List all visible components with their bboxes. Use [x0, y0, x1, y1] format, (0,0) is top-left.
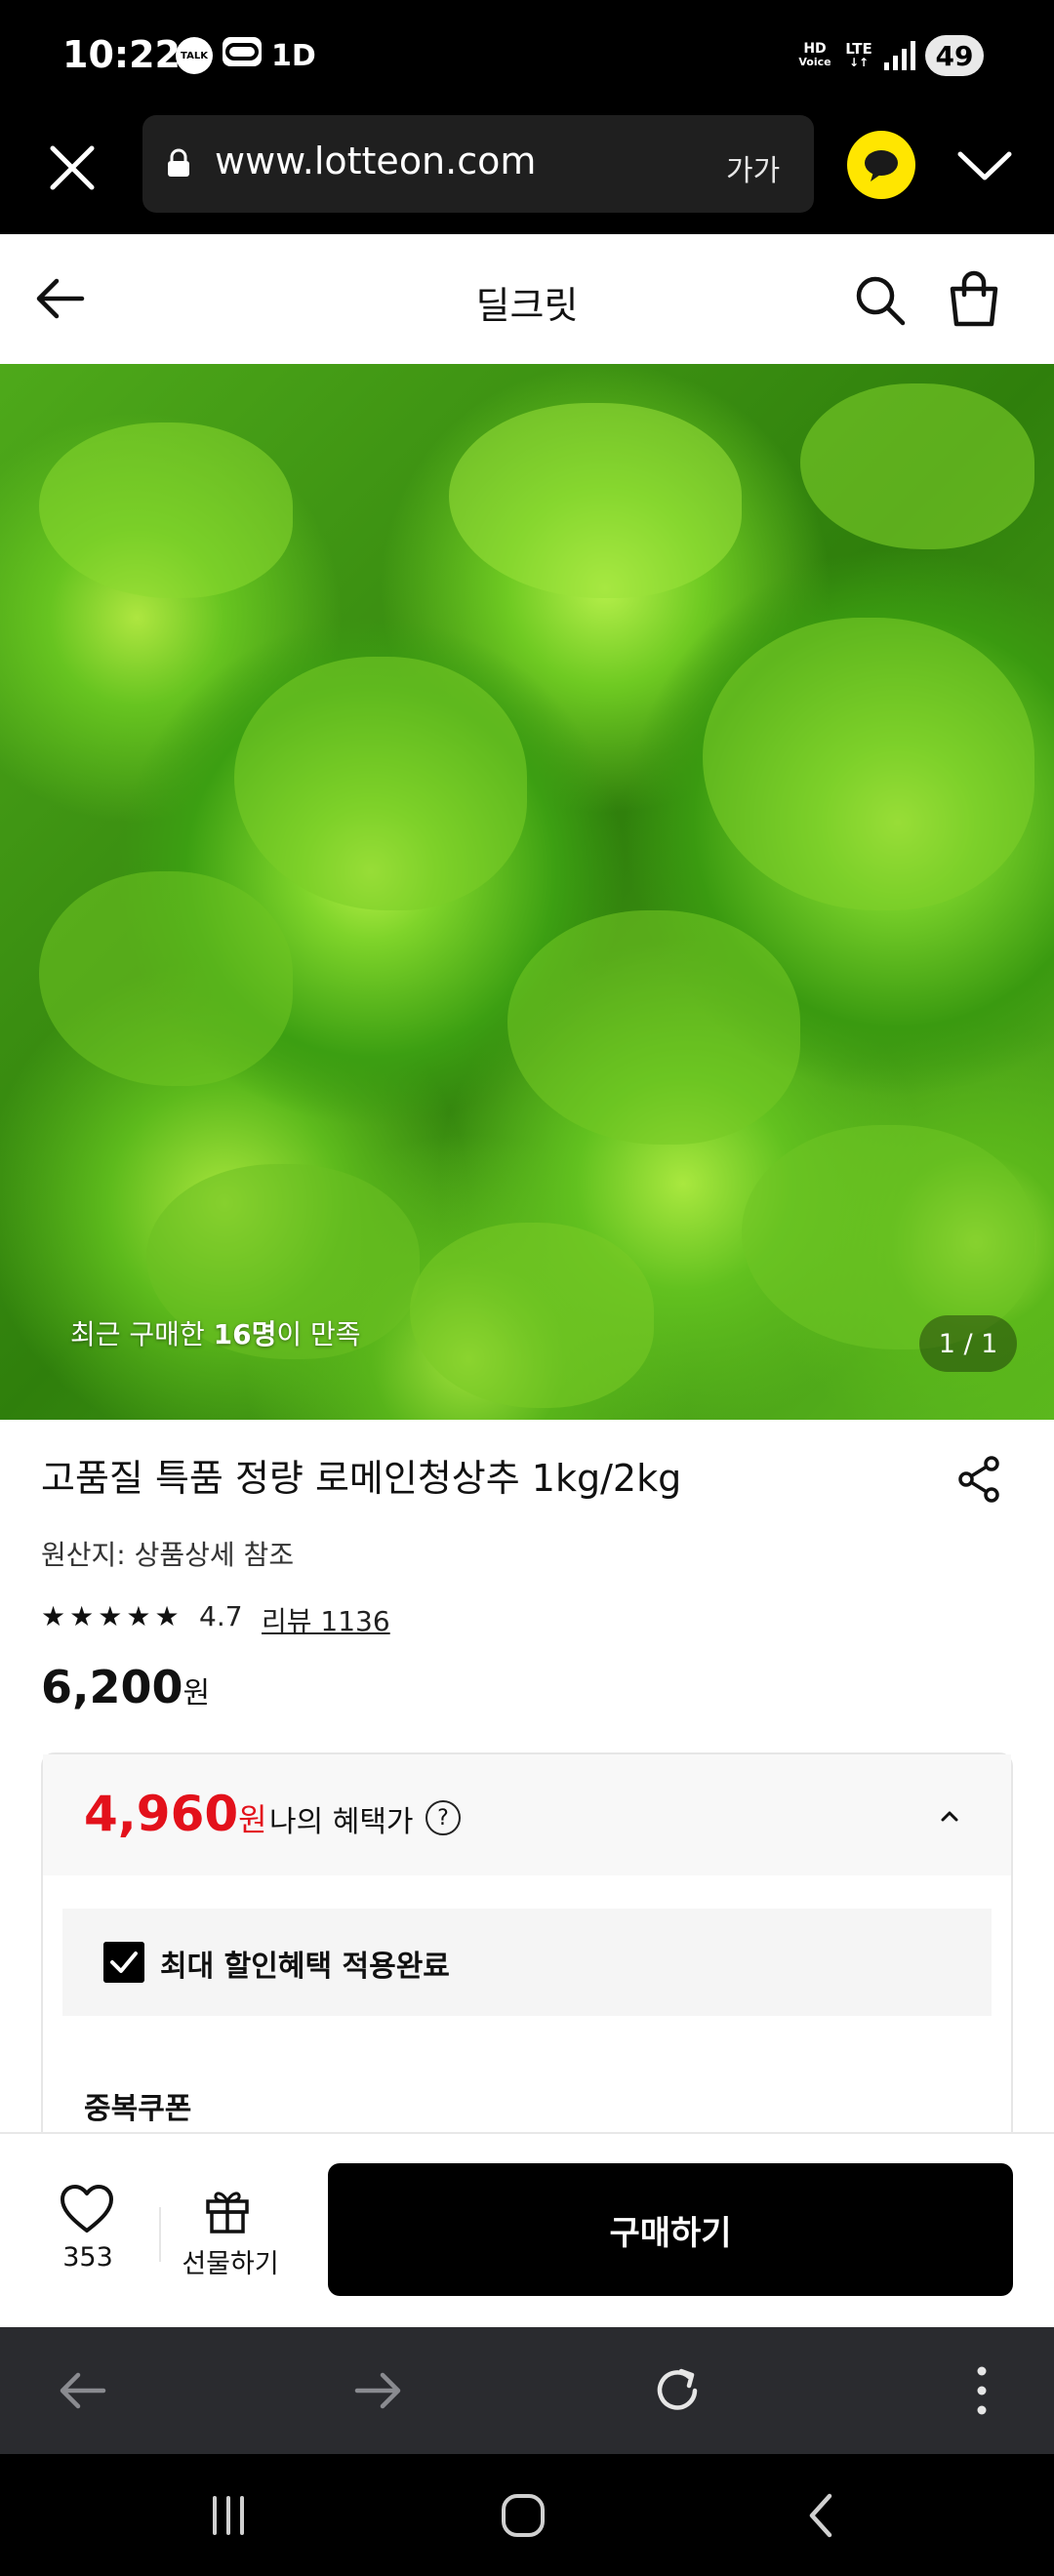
- benefit-label: 나의 혜택가: [269, 1805, 414, 1839]
- app-notification-icon: 1D: [271, 38, 316, 73]
- recent-apps-icon[interactable]: [199, 2486, 258, 2545]
- home-icon[interactable]: [494, 2486, 552, 2545]
- benefit-price: 4,960원: [84, 1786, 267, 1842]
- search-icon[interactable]: [851, 271, 910, 330]
- price-value: 6,200: [41, 1661, 183, 1713]
- buyer-text-prefix: 최근 구매한: [70, 1318, 214, 1350]
- browser-navigation-bar: [0, 2327, 1054, 2454]
- star-icon: ★: [154, 1600, 180, 1632]
- product-image[interactable]: [0, 364, 1054, 1420]
- browser-back-icon[interactable]: [51, 2359, 113, 2422]
- star-icon: ★: [41, 1600, 66, 1632]
- text-size-button[interactable]: 가가: [726, 146, 780, 189]
- url-text[interactable]: www.lotteon.com: [215, 140, 536, 182]
- lte-icon: LTE ↓↑: [841, 37, 876, 74]
- buyer-text-suffix: 이 만족: [276, 1318, 361, 1350]
- star-icon: ★: [126, 1600, 151, 1632]
- lock-icon: [168, 148, 189, 177]
- kakaotalk-notification-icon: TALK: [176, 37, 213, 74]
- heart-icon[interactable]: [59, 2184, 115, 2234]
- rating-value: 4.7: [199, 1600, 243, 1632]
- voicemail-icon: [223, 37, 262, 66]
- chevron-up-icon[interactable]: [935, 1801, 964, 1831]
- star-icon: ★: [98, 1600, 123, 1632]
- battery-indicator: 49: [925, 35, 984, 76]
- benefit-price-value: 4,960: [84, 1786, 239, 1842]
- kakao-chat-button[interactable]: [847, 131, 915, 199]
- benefit-currency: 원: [238, 1801, 267, 1838]
- image-pager: 1 / 1: [919, 1315, 1017, 1372]
- share-icon[interactable]: [954, 1454, 1003, 1505]
- browser-forward-icon[interactable]: [347, 2359, 410, 2422]
- shopping-bag-icon[interactable]: [943, 267, 1005, 330]
- star-icon: ★: [69, 1600, 95, 1632]
- like-count: 353: [62, 2242, 113, 2273]
- hd-label: HD: [803, 41, 827, 57]
- signal-icon: [884, 39, 917, 70]
- close-tab-icon[interactable]: [43, 139, 101, 197]
- hd-voice-icon: HD Voice: [795, 37, 834, 74]
- chat-bubble-icon: [865, 150, 898, 181]
- data-arrows-icon: ↓↑: [848, 56, 870, 69]
- divider: [159, 2207, 161, 2262]
- applied-discount-text: 최대 할인혜택 적용완료: [160, 1950, 450, 1984]
- more-options-icon[interactable]: [951, 2359, 1013, 2422]
- help-icon[interactable]: ?: [426, 1800, 461, 1835]
- gift-label[interactable]: 선물하기: [172, 2242, 289, 2280]
- lte-label: LTE: [845, 40, 872, 58]
- chevron-down-icon[interactable]: [953, 141, 1017, 189]
- product-price: 6,200원: [41, 1661, 210, 1713]
- system-back-icon[interactable]: [792, 2486, 851, 2545]
- coupon-label: 중복쿠폰: [84, 2092, 192, 2126]
- review-link[interactable]: 리뷰 1136: [262, 1600, 390, 1639]
- refresh-icon[interactable]: [646, 2359, 709, 2422]
- gift-icon[interactable]: [203, 2184, 252, 2234]
- recent-buyers-badge: 최근 구매한 16명이 만족: [70, 1313, 361, 1352]
- status-time: 10:22: [62, 33, 181, 76]
- star-rating: ★ ★ ★ ★ ★: [41, 1600, 180, 1632]
- buyer-count: 16명: [213, 1318, 277, 1350]
- checkbox-checked-icon[interactable]: [103, 1942, 144, 1983]
- origin-info: 원산지: 상품상세 참조: [41, 1539, 295, 1571]
- price-currency: 원: [182, 1676, 211, 1711]
- buy-button[interactable]: 구매하기: [328, 2163, 1013, 2296]
- product-title: 고품질 특품 정량 로메인청상추 1kg/2kg: [41, 1457, 682, 1500]
- voice-label: Voice: [798, 56, 831, 68]
